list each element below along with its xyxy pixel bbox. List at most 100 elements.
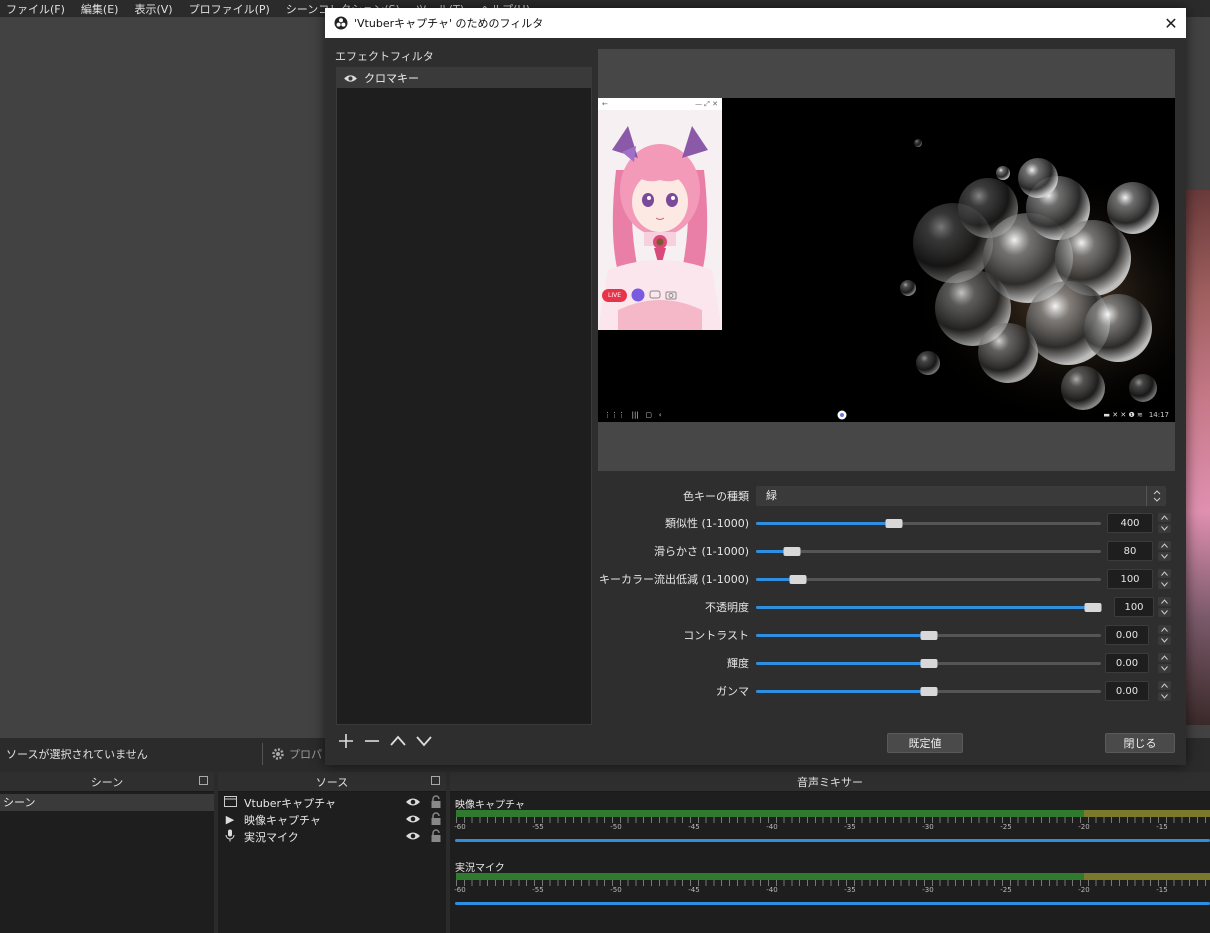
source-item-vtuber-capture[interactable]: Vtuberキャプチャ [218, 794, 446, 811]
source-item-video-capture[interactable]: ▶ 映像キャプチャ [218, 811, 446, 828]
eye-icon[interactable] [405, 813, 421, 825]
select-arrows[interactable] [1146, 486, 1166, 506]
lock-icon[interactable] [430, 812, 442, 826]
obs-logo-icon [334, 16, 348, 30]
add-filter-button[interactable] [337, 732, 355, 750]
slider-fill [756, 606, 1101, 609]
spin-up-icon[interactable] [1157, 541, 1171, 550]
eye-icon[interactable] [343, 73, 358, 84]
gamma-spin-arrows[interactable] [1157, 681, 1171, 701]
brightness-value-input[interactable]: 0.00 [1105, 653, 1149, 673]
slider-handle[interactable] [920, 659, 937, 668]
similarity-spin-arrows[interactable] [1157, 513, 1171, 533]
contrast-spin-arrows[interactable] [1157, 625, 1171, 645]
plus-icon [339, 734, 353, 748]
volume-slider[interactable] [455, 839, 1210, 842]
opacity-spin-arrows[interactable] [1157, 597, 1171, 617]
move-up-button[interactable] [389, 732, 407, 750]
gamma-value-input[interactable]: 0.00 [1105, 681, 1149, 701]
opacity-value-input[interactable]: 100 [1114, 597, 1154, 617]
spin-up-icon[interactable] [1157, 597, 1171, 606]
live-badge: LIVE [602, 288, 628, 302]
spin-up-icon[interactable] [1157, 513, 1171, 522]
slider-fill [756, 522, 894, 525]
contrast-slider[interactable] [756, 631, 1101, 640]
spin-down-icon[interactable] [1157, 664, 1171, 673]
volume-slider[interactable] [455, 902, 1210, 905]
key-color-spill-reduction-value-input[interactable]: 100 [1107, 569, 1153, 589]
spin-down-icon[interactable] [1157, 524, 1171, 533]
spin-up-icon[interactable] [1157, 681, 1171, 690]
device-taskbar: ⋮⋮⋮ ||| ▢ ‹ ▬ ✕ ✕ ❶ ≋ 14:17 [598, 408, 1175, 422]
properties-button[interactable]: プロパ [262, 743, 322, 765]
window-capture-icon [222, 795, 238, 810]
minus-icon [365, 740, 379, 742]
spin-down-icon[interactable] [1157, 636, 1171, 645]
scene-item[interactable]: シーン [0, 794, 214, 811]
similarity-value-input[interactable]: 400 [1107, 513, 1153, 533]
menu-file[interactable]: ファイル(F) [6, 1, 65, 17]
float-icon[interactable] [431, 776, 440, 785]
opacity-label: 不透明度 [705, 601, 749, 614]
lock-icon[interactable] [430, 795, 442, 809]
spin-up-icon[interactable] [1157, 653, 1171, 662]
source-item-mic[interactable]: 実況マイク [218, 828, 446, 845]
eye-icon[interactable] [405, 796, 421, 808]
smoothness-spin-arrows[interactable] [1157, 541, 1171, 561]
contrast-value-input[interactable]: 0.00 [1105, 625, 1149, 645]
menu-profile[interactable]: プロファイル(P) [189, 1, 270, 17]
opacity-slider[interactable] [756, 603, 1102, 612]
slider-handle[interactable] [1084, 603, 1102, 612]
audio-mixer-dock: 音声ミキサー 映像キャプチャ -60 -55 -50 -45 -40 -35 -… [450, 772, 1210, 933]
spin-down-icon[interactable] [1157, 552, 1171, 561]
filter-item-chroma-key[interactable]: クロマキー [337, 68, 591, 88]
spin-up-icon[interactable] [1157, 625, 1171, 634]
brightness-slider[interactable] [756, 659, 1101, 668]
smoothness-value-input[interactable]: 80 [1107, 541, 1153, 561]
slider-handle[interactable] [783, 547, 801, 556]
close-dialog-button[interactable]: 閉じる [1105, 733, 1175, 753]
slider-handle[interactable] [920, 631, 937, 640]
scale-label: -15 [1156, 886, 1168, 894]
remove-filter-button[interactable] [363, 732, 381, 750]
smoothness-label: 滑らかさ (1-1000) [653, 545, 749, 558]
mixer-dock-title: 音声ミキサー [797, 775, 863, 789]
chat-icon [649, 290, 661, 299]
spin-down-icon[interactable] [1157, 580, 1171, 589]
spin-up-icon[interactable] [1157, 569, 1171, 578]
slider-handle[interactable] [885, 519, 903, 528]
move-down-button[interactable] [415, 732, 433, 750]
properties-label: プロパ [289, 748, 322, 761]
scale-label: -25 [1000, 886, 1012, 894]
smoothness-slider[interactable] [756, 547, 1101, 556]
contrast-label: コントラスト [683, 629, 749, 642]
phone-stream-controls: LIVE [602, 288, 677, 302]
gamma-label: ガンマ [716, 685, 749, 698]
menu-view[interactable]: 表示(V) [134, 1, 172, 17]
meter-green-zone [456, 873, 1084, 880]
filter-list: クロマキー [336, 67, 592, 725]
eye-icon[interactable] [405, 830, 421, 842]
filter-list-controls [337, 732, 433, 750]
gamma-slider[interactable] [756, 687, 1101, 696]
nav-buttons-icon: ⋮⋮⋮ ||| ▢ ‹ [604, 411, 662, 419]
lock-icon[interactable] [430, 829, 442, 843]
menu-edit[interactable]: 編集(E) [81, 1, 119, 17]
scale-label: -25 [1000, 823, 1012, 831]
slider-handle[interactable] [920, 687, 937, 696]
key-color-spill-reduction-slider[interactable] [756, 575, 1101, 584]
color-key-type-label: 色キーの種類 [683, 490, 749, 503]
float-icon[interactable] [199, 776, 208, 785]
close-button[interactable]: ✕ [1156, 8, 1186, 38]
slider-handle[interactable] [789, 575, 807, 584]
scale-label: -15 [1156, 823, 1168, 831]
mixer-dock-header: 音声ミキサー [450, 772, 1210, 792]
spin-down-icon[interactable] [1157, 608, 1171, 617]
similarity-slider[interactable] [756, 519, 1101, 528]
brightness-spin-arrows[interactable] [1157, 653, 1171, 673]
spin-down-icon[interactable] [1157, 692, 1171, 701]
key-color-spill-reduction-spin-arrows[interactable] [1157, 569, 1171, 589]
color-key-type-select[interactable]: 緑 [756, 486, 1166, 506]
gear-icon [272, 748, 284, 760]
defaults-button[interactable]: 既定値 [887, 733, 963, 753]
